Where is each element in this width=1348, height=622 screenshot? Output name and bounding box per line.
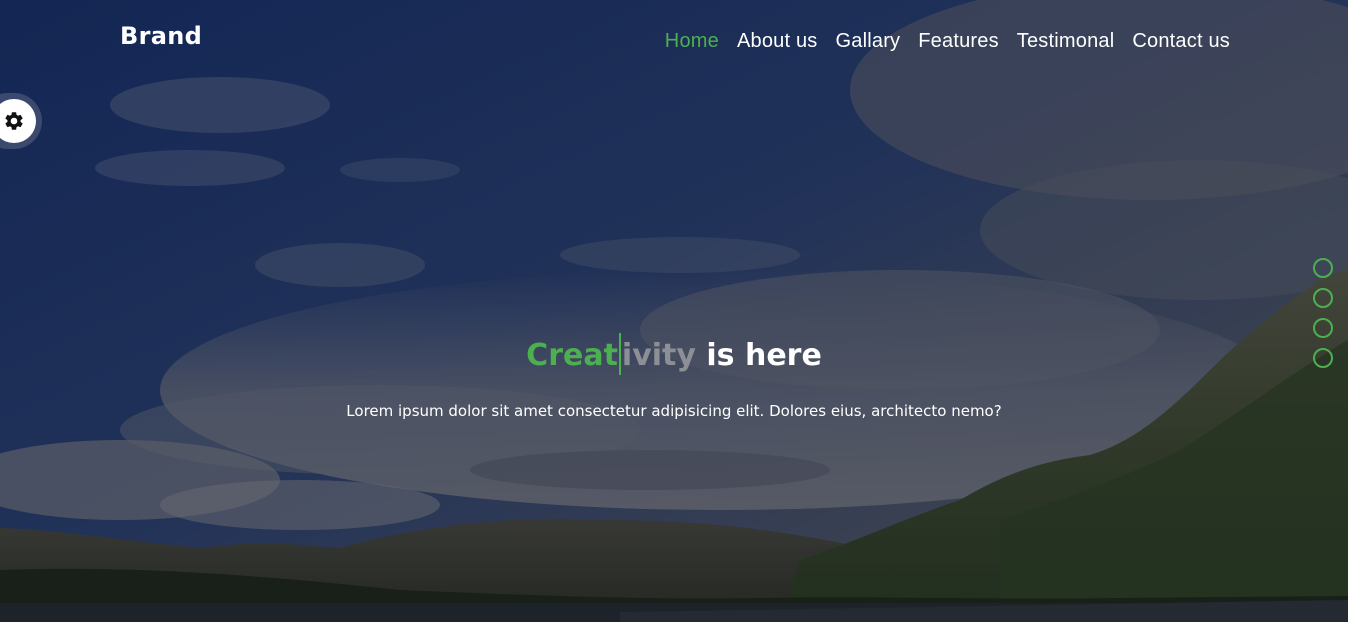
typing-cursor <box>618 333 621 375</box>
nav-item-about: About us <box>737 30 818 53</box>
hero-section: Brand Home About us Gallary Features Tes… <box>0 0 1348 622</box>
slide-navigation-dots <box>1313 258 1333 368</box>
nav-menu: Home About us Gallary Features Testimona… <box>665 30 1230 53</box>
slide-dot-3[interactable] <box>1313 318 1333 338</box>
nav-item-home: Home <box>665 30 719 53</box>
settings-button[interactable] <box>0 99 36 143</box>
nav-link-features[interactable]: Features <box>918 30 999 52</box>
gear-icon <box>5 112 23 130</box>
headline-typed-text: Creat <box>526 338 618 373</box>
background-overlay <box>0 0 1348 622</box>
headline-pending-text: ivity <box>621 338 696 373</box>
nav-link-testimonial[interactable]: Testimonal <box>1017 30 1115 52</box>
nav-item-gallery: Gallary <box>836 30 901 53</box>
nav-link-about[interactable]: About us <box>737 30 818 52</box>
slide-dot-1[interactable] <box>1313 258 1333 278</box>
nav-link-contact[interactable]: Contact us <box>1132 30 1230 52</box>
headline-suffix: is here <box>695 338 822 373</box>
nav-item-contact: Contact us <box>1132 30 1230 53</box>
slide-dot-2[interactable] <box>1313 288 1333 308</box>
hero-subtitle: Lorem ipsum dolor sit amet consectetur a… <box>346 402 1002 420</box>
nav-item-features: Features <box>918 30 999 53</box>
brand-logo[interactable]: Brand <box>120 22 202 50</box>
nav-link-gallery[interactable]: Gallary <box>836 30 901 52</box>
hero-headline: Creat ivity is here <box>0 333 1348 375</box>
nav-link-home[interactable]: Home <box>665 30 719 52</box>
slide-dot-4[interactable] <box>1313 348 1333 368</box>
nav-item-testimonial: Testimonal <box>1017 30 1115 53</box>
